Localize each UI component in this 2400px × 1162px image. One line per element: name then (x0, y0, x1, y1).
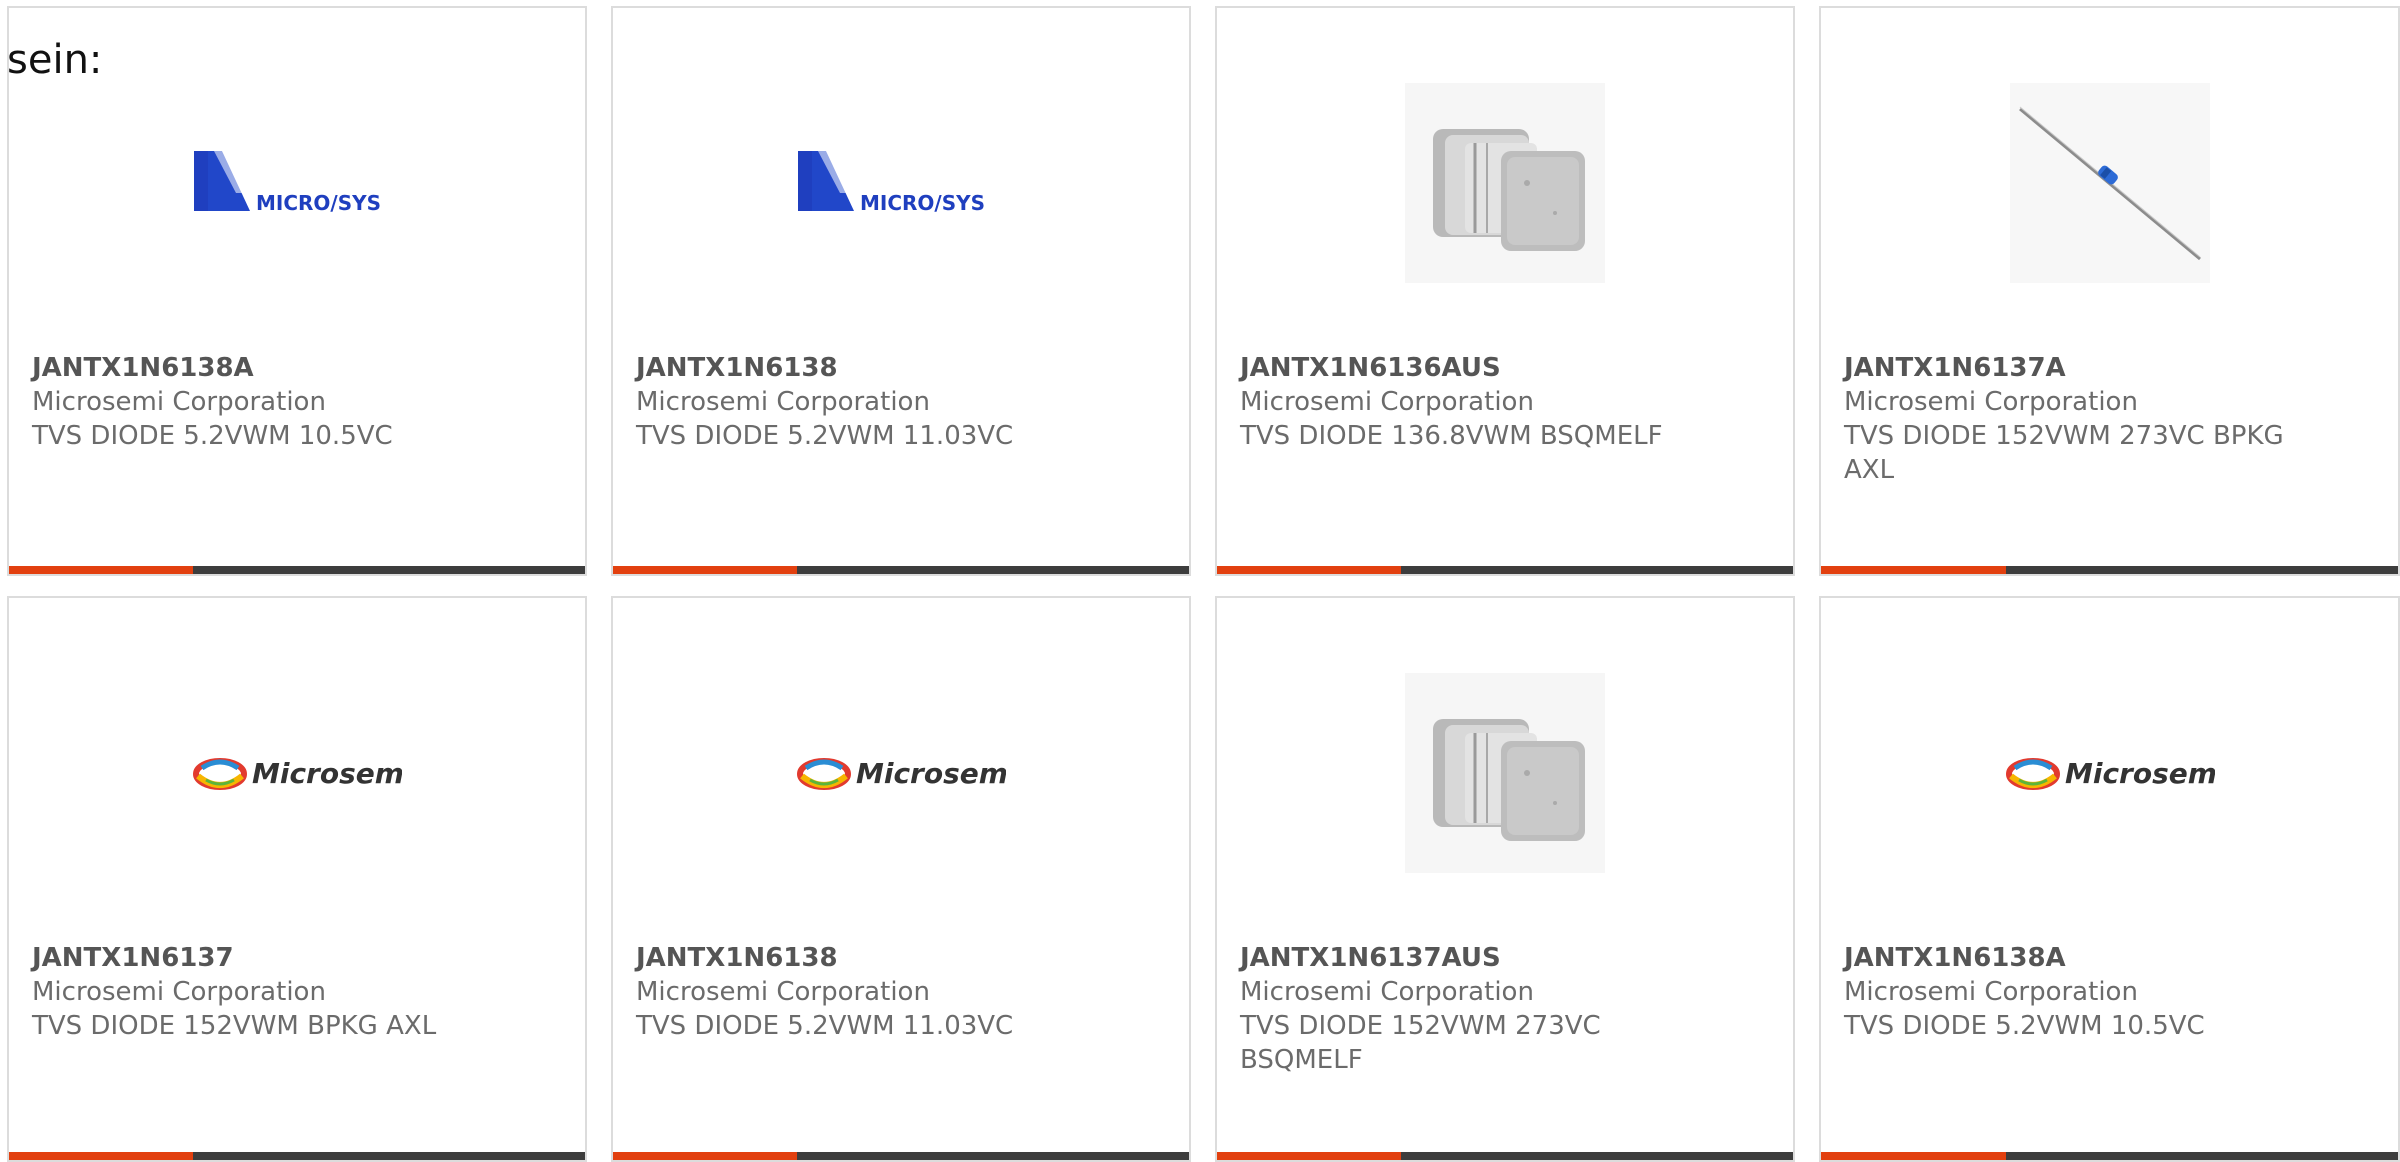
product-description: TVS DIODE 152VWM BPKG AXL (32, 1011, 437, 1041)
product-description: TVS DIODE 5.2VWM 11.03VC (636, 1011, 1014, 1041)
product-card[interactable]: Microsemi JANTX1N6138A Microsemi Corpora… (1819, 596, 2400, 1162)
product-image[interactable]: MICRO/SYS (9, 78, 585, 288)
product-card[interactable]: MICRO/SYS JANTX1N6138 Microsemi Corporat… (611, 6, 1191, 576)
card-accent-bar (1217, 566, 1402, 574)
part-number[interactable]: JANTX1N6138A (32, 351, 485, 385)
product-card[interactable]: JANTX1N6137AUS Microsemi Corporation TVS… (1215, 596, 1795, 1162)
card-footer-bar (613, 566, 1189, 574)
product-image[interactable]: MICRO/SYS (613, 78, 1189, 288)
product-image[interactable] (1217, 78, 1793, 288)
card-accent-bar (613, 566, 798, 574)
product-card[interactable]: Microsemi JANTX1N6138 Microsemi Corporat… (611, 596, 1191, 1162)
card-footer-bar (613, 1152, 1189, 1160)
manufacturer-name: Microsemi Corporation (32, 387, 326, 417)
card-footer-bar (9, 1152, 585, 1160)
product-info: JANTX1N6138A Microsemi Corporation TVS D… (1844, 941, 2298, 1043)
part-number[interactable]: JANTX1N6138A (1844, 941, 2298, 975)
manufacturer-name: Microsemi Corporation (1844, 387, 2138, 417)
manufacturer-name: Microsemi Corporation (1844, 977, 2138, 1007)
part-number[interactable]: JANTX1N6137A (1844, 351, 2298, 385)
product-card[interactable]: JANTX1N6136AUS Microsemi Corporation TVS… (1215, 6, 1795, 576)
product-description: TVS DIODE 136.8VWM BSQMELF (1240, 421, 1663, 451)
manufacturer-name: Microsemi Corporation (1240, 387, 1534, 417)
product-image[interactable]: Microsemi (9, 668, 585, 878)
manufacturer-name: Microsemi Corporation (1240, 977, 1534, 1007)
svg-text:Microsemi: Microsemi (2065, 757, 2215, 790)
micro-sys-logo: MICRO/SYS (194, 151, 381, 215)
product-image[interactable]: Microsemi (613, 668, 1189, 878)
melf-package-photo (1405, 673, 1605, 873)
product-image[interactable] (1821, 78, 2398, 288)
product-card[interactable]: JANTX1N6137A Microsemi Corporation TVS D… (1819, 6, 2400, 576)
product-card[interactable]: Microsemi JANTX1N6137 Microsemi Corporat… (7, 596, 587, 1162)
product-image[interactable] (1217, 668, 1793, 878)
product-description: TVS DIODE 152VWM 273VC BPKG AXL (1844, 421, 2284, 485)
product-info: JANTX1N6137 Microsemi Corporation TVS DI… (32, 941, 485, 1043)
manufacturer-name: Microsemi Corporation (636, 977, 930, 1007)
product-grid-page: sein: MICRO/SYS JANTX1N6138A Microsemi C… (0, 0, 2400, 1162)
svg-text:Microsemi: Microsemi (856, 757, 1006, 790)
manufacturer-name: Microsemi Corporation (636, 387, 930, 417)
card-footer-bar (1217, 566, 1793, 574)
manufacturer-name: Microsemi Corporation (32, 977, 326, 1007)
svg-text:MICRO/SYS: MICRO/SYS (256, 191, 381, 215)
part-number[interactable]: JANTX1N6138 (636, 941, 1089, 975)
product-info: JANTX1N6137A Microsemi Corporation TVS D… (1844, 351, 2298, 487)
product-description: TVS DIODE 5.2VWM 11.03VC (636, 421, 1014, 451)
card-accent-bar (1217, 1152, 1402, 1160)
card-accent-bar (1821, 1152, 2006, 1160)
card-accent-bar (1821, 566, 2006, 574)
product-info: JANTX1N6137AUS Microsemi Corporation TVS… (1240, 941, 1693, 1077)
product-card[interactable]: MICRO/SYS JANTX1N6138A Microsemi Corpora… (7, 6, 587, 576)
svg-text:Microsemi: Microsemi (252, 757, 402, 790)
product-image[interactable]: Microsemi (1821, 668, 2398, 878)
card-accent-bar (9, 566, 194, 574)
part-number[interactable]: JANTX1N6136AUS (1240, 351, 1693, 385)
part-number[interactable]: JANTX1N6137AUS (1240, 941, 1693, 975)
product-info: JANTX1N6136AUS Microsemi Corporation TVS… (1240, 351, 1693, 453)
card-footer-bar (1821, 566, 2398, 574)
microsemi-logo: Microsemi (797, 757, 1006, 790)
part-number[interactable]: JANTX1N6137 (32, 941, 485, 975)
product-info: JANTX1N6138 Microsemi Corporation TVS DI… (636, 351, 1089, 453)
card-accent-bar (9, 1152, 194, 1160)
product-description: TVS DIODE 5.2VWM 10.5VC (32, 421, 393, 451)
microsemi-logo: Microsemi (193, 757, 402, 790)
axial-diode-photo (2009, 83, 2210, 283)
part-number[interactable]: JANTX1N6138 (636, 351, 1089, 385)
product-info: JANTX1N6138A Microsemi Corporation TVS D… (32, 351, 485, 453)
microsemi-logo: Microsemi (2005, 757, 2215, 790)
card-footer-bar (1821, 1152, 2398, 1160)
product-info: JANTX1N6138 Microsemi Corporation TVS DI… (636, 941, 1089, 1043)
intro-text: sein: (7, 37, 103, 83)
card-accent-bar (613, 1152, 798, 1160)
micro-sys-logo: MICRO/SYS (798, 151, 985, 215)
card-footer-bar (1217, 1152, 1793, 1160)
product-description: TVS DIODE 152VWM 273VC BSQMELF (1240, 1011, 1601, 1075)
product-description: TVS DIODE 5.2VWM 10.5VC (1844, 1011, 2205, 1041)
svg-text:MICRO/SYS: MICRO/SYS (860, 191, 985, 215)
card-footer-bar (9, 566, 585, 574)
melf-package-photo (1405, 83, 1605, 283)
